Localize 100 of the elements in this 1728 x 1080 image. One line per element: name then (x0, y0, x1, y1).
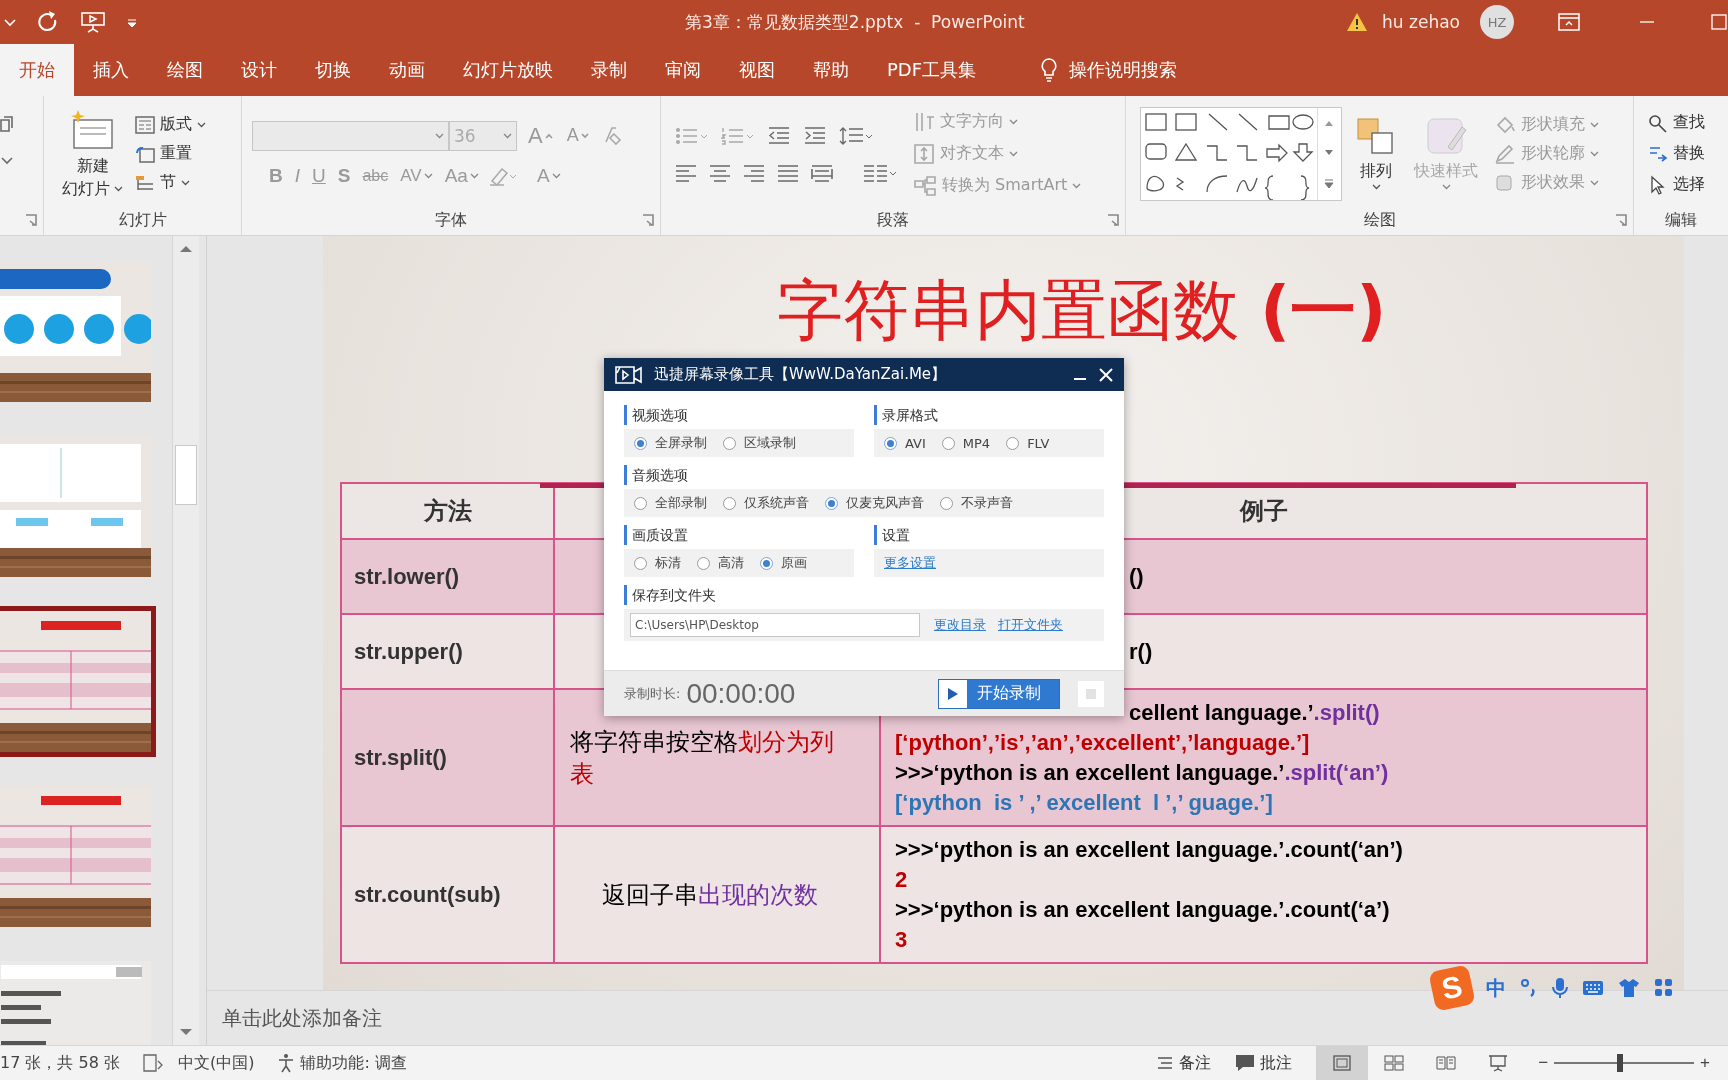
zoom-out-button[interactable]: − (1532, 1053, 1555, 1073)
code-line: [‘python is ’ ,’ excellent l ’,’ guage.’] (895, 788, 1273, 817)
folder-link[interactable]: 打开文件夹 (998, 616, 1063, 634)
up-caret-icon (544, 132, 553, 139)
align-right-icon[interactable] (743, 163, 765, 182)
comment-icon (1235, 1054, 1256, 1072)
presentation-icon[interactable] (80, 10, 106, 34)
caret-icon (1009, 118, 1018, 125)
ribbon-tab[interactable]: 切换 (296, 44, 370, 96)
caret-icon (114, 186, 123, 192)
folder-path-field[interactable]: C:\Users\HP\Desktop (630, 613, 920, 637)
settings-link[interactable]: 更多设置 (884, 554, 936, 572)
notes-button[interactable]: 备注 (1154, 1051, 1214, 1075)
radio-option[interactable]: 仅系统声音 (723, 494, 809, 512)
code-line: >>>‘python is an excellent language.’.split(‘an’) (895, 758, 1389, 787)
start-record-button[interactable]: 开始录制 (938, 678, 1060, 709)
radio-option[interactable]: AVI (884, 435, 926, 451)
radio-option[interactable]: 标清 (634, 554, 681, 572)
slide-option-button[interactable]: 重置 (133, 142, 208, 165)
radio-option[interactable]: FLV (1006, 435, 1050, 451)
zoom-in-button[interactable]: + (1694, 1053, 1716, 1073)
microphone-icon[interactable] (1552, 977, 1568, 999)
bullets-icon[interactable] (675, 125, 709, 146)
arrange-button[interactable]: 排列 (1352, 115, 1400, 192)
editing-button[interactable]: 选择 (1646, 173, 1707, 196)
ribbon-tab[interactable]: 视图 (720, 44, 794, 96)
caret-icon (1009, 150, 1018, 157)
ribbon-display-options-icon[interactable] (1558, 13, 1580, 31)
align-center-icon[interactable] (709, 163, 731, 182)
folder-link[interactable]: 更改目录 (934, 616, 986, 634)
ribbon-tab[interactable]: 绘图 (148, 44, 222, 96)
group-label: 字体 (435, 209, 467, 231)
scroll-down-icon[interactable] (1324, 148, 1334, 157)
view-button[interactable] (1316, 1046, 1369, 1080)
shape-gallery[interactable] (1140, 106, 1342, 201)
table-cell: str.count(sub) (342, 827, 555, 964)
tell-me-search[interactable]: 操作说明搜索 (1069, 58, 1178, 82)
more-icon[interactable] (1324, 178, 1334, 189)
notes-icon (1156, 1055, 1175, 1071)
zoom-slider-thumb[interactable] (1616, 1054, 1623, 1072)
dialog-launcher-icon[interactable] (1615, 214, 1627, 226)
scrollbar-thumb[interactable] (175, 445, 197, 505)
shapes-drawing[interactable] (1145, 112, 1314, 200)
section-title: 音频选项 (624, 465, 1104, 485)
ribbon-tab[interactable]: 录制 (572, 44, 646, 96)
caret-icon (435, 132, 444, 139)
maximize-icon[interactable] (1710, 13, 1728, 31)
accessibility-status[interactable]: 辅助功能: 调查 (300, 1052, 407, 1074)
radio-option[interactable]: 全部录制 (634, 494, 707, 512)
align-left-icon[interactable] (675, 163, 697, 182)
grid-icon[interactable] (1654, 978, 1674, 998)
font-name-field[interactable] (252, 120, 449, 151)
decrease-indent-icon[interactable] (767, 125, 791, 146)
slide-counter: 17 张，共 58 张 (0, 1052, 120, 1074)
code-line: r() (1129, 637, 1153, 666)
ribbon-tab[interactable]: 开始 (0, 44, 74, 96)
caret-icon (551, 172, 561, 179)
ribbon-tab[interactable]: 审阅 (646, 44, 720, 96)
slideshow-icon (1487, 1053, 1510, 1073)
radio-option[interactable]: 全屏录制 (634, 434, 707, 452)
dialog-launcher-icon[interactable] (25, 214, 37, 226)
dialog-launcher-icon[interactable] (642, 214, 654, 226)
keyboard-icon[interactable] (1582, 979, 1604, 997)
ribbon-tab[interactable]: 设计 (222, 44, 296, 96)
slide-sorter-icon (1383, 1053, 1406, 1073)
radio-option[interactable]: 区域录制 (723, 434, 796, 452)
dialog-launcher-icon[interactable] (1107, 214, 1119, 226)
punctuation-icon[interactable] (1520, 978, 1538, 998)
code-line: cellent language.’.split() (1129, 698, 1380, 727)
close-icon[interactable] (1098, 366, 1114, 383)
justify-icon[interactable] (777, 163, 799, 182)
ribbon-tab[interactable]: 帮助 (794, 44, 868, 96)
editing-button[interactable]: 替换 (1646, 142, 1707, 165)
table-cell: str.split() (342, 690, 555, 827)
new-slide-button[interactable]: 新建 幻灯片 (58, 105, 127, 202)
distribute-icon[interactable] (811, 163, 833, 182)
radio-option[interactable]: 原画 (760, 554, 807, 572)
language-indicator[interactable]: 中文(中国) (178, 1052, 255, 1074)
radio-option[interactable]: MP4 (941, 435, 991, 451)
ribbon-tab[interactable]: 幻灯片放映 (444, 44, 572, 96)
ribbon-tab[interactable]: PDF工具集 (868, 44, 996, 96)
caret-icon (1590, 150, 1599, 157)
ribbon-tab[interactable]: 动画 (370, 44, 444, 96)
increase-indent-icon[interactable] (803, 125, 827, 146)
caret-icon (197, 121, 206, 128)
comments-button[interactable]: 批注 (1233, 1051, 1295, 1075)
editing-button[interactable]: 查找 (1646, 111, 1707, 134)
copy-icon[interactable] (0, 116, 14, 132)
columns-icon[interactable] (863, 163, 897, 182)
table-header: 方法 (342, 484, 555, 540)
shirt-icon[interactable] (1618, 978, 1640, 998)
user-avatar[interactable]: HZ (1480, 5, 1514, 39)
ribbon-tab[interactable]: 插入 (74, 44, 148, 96)
caret-icon[interactable] (0, 156, 14, 166)
slide-option-button[interactable]: 节 (133, 171, 208, 194)
slide-option-button[interactable]: 版式 (133, 113, 208, 136)
text-direction-icon (913, 110, 935, 133)
radio-option[interactable]: 不录声音 (940, 494, 1013, 512)
radio-option[interactable]: 高清 (697, 554, 744, 572)
line-spacing-icon[interactable] (839, 125, 873, 146)
